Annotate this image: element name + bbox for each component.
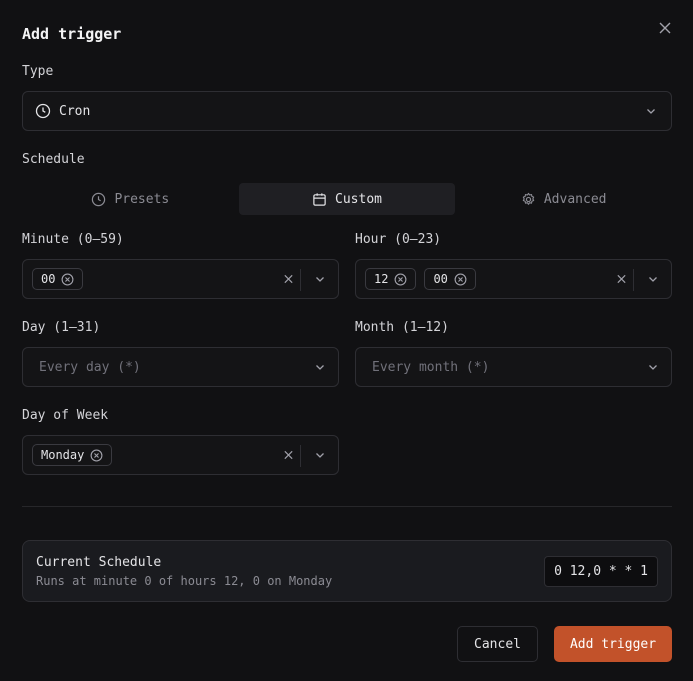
chevron-down-icon[interactable]	[647, 361, 659, 373]
divider	[300, 269, 301, 291]
minute-label: Minute (0–59)	[22, 232, 124, 247]
close-button[interactable]	[656, 19, 674, 37]
tab-presets-label: Presets	[114, 191, 170, 207]
section-divider	[22, 506, 672, 507]
day-select[interactable]: Every day (*)	[22, 347, 339, 387]
chip-label: 00	[433, 272, 448, 286]
calendar-icon	[313, 192, 326, 206]
hour-label: Hour (0–23)	[355, 232, 442, 247]
remove-chip-icon[interactable]	[90, 449, 103, 462]
month-label: Month (1–12)	[355, 320, 449, 335]
add-trigger-button[interactable]: Add trigger	[554, 626, 672, 662]
divider	[633, 269, 634, 291]
type-label: Type	[22, 64, 54, 79]
day-of-week-select[interactable]: Monday	[22, 435, 339, 475]
clear-icon[interactable]	[616, 274, 627, 285]
cancel-button[interactable]: Cancel	[457, 626, 538, 662]
remove-chip-icon[interactable]	[394, 273, 407, 286]
chevron-down-icon[interactable]	[314, 361, 326, 373]
current-schedule-heading: Current Schedule	[36, 555, 162, 570]
chip-label: 00	[41, 272, 56, 286]
day-label: Day (1–31)	[22, 320, 101, 335]
type-value: Cron	[59, 103, 91, 119]
month-placeholder: Every month (*)	[372, 359, 490, 375]
hour-chip: 12	[365, 268, 417, 290]
cron-expression: 0 12,0 * * 1	[544, 556, 658, 587]
type-select[interactable]: Cron	[22, 91, 672, 131]
tab-custom-label: Custom	[335, 191, 382, 207]
divider	[300, 445, 301, 467]
minute-chip: 00	[32, 268, 84, 290]
gear-icon	[522, 192, 535, 205]
day-placeholder: Every day (*)	[39, 359, 141, 375]
chip-label: 12	[374, 272, 389, 286]
current-schedule-card: Current Schedule Runs at minute 0 of hou…	[22, 540, 672, 602]
clear-icon[interactable]	[283, 274, 294, 285]
chevron-down-icon	[645, 105, 657, 117]
tab-custom[interactable]: Custom	[238, 183, 456, 215]
minute-select[interactable]: 00	[22, 259, 339, 299]
chevron-down-icon[interactable]	[314, 449, 326, 461]
chevron-down-icon[interactable]	[314, 273, 326, 285]
chevron-down-icon[interactable]	[647, 273, 659, 285]
remove-chip-icon[interactable]	[454, 273, 467, 286]
clock-icon	[92, 192, 106, 206]
schedule-label: Schedule	[22, 152, 85, 167]
tab-advanced[interactable]: Advanced	[455, 183, 672, 215]
day-of-week-label: Day of Week	[22, 408, 109, 423]
close-icon	[659, 22, 671, 34]
schedule-tabs: Presets Custom Advanced	[22, 183, 672, 215]
tab-presets[interactable]: Presets	[22, 183, 239, 215]
current-schedule-description: Runs at minute 0 of hours 12, 0 on Monda…	[36, 574, 333, 588]
hour-select[interactable]: 12 00	[355, 259, 672, 299]
hour-chip: 00	[424, 268, 476, 290]
clear-icon[interactable]	[283, 450, 294, 461]
remove-chip-icon[interactable]	[61, 273, 74, 286]
tab-advanced-label: Advanced	[543, 191, 607, 207]
chip-label: Monday	[41, 448, 85, 462]
month-select[interactable]: Every month (*)	[355, 347, 672, 387]
clock-icon	[35, 103, 51, 119]
dialog-title: Add trigger	[22, 25, 122, 43]
day-of-week-chip: Monday	[32, 444, 113, 466]
